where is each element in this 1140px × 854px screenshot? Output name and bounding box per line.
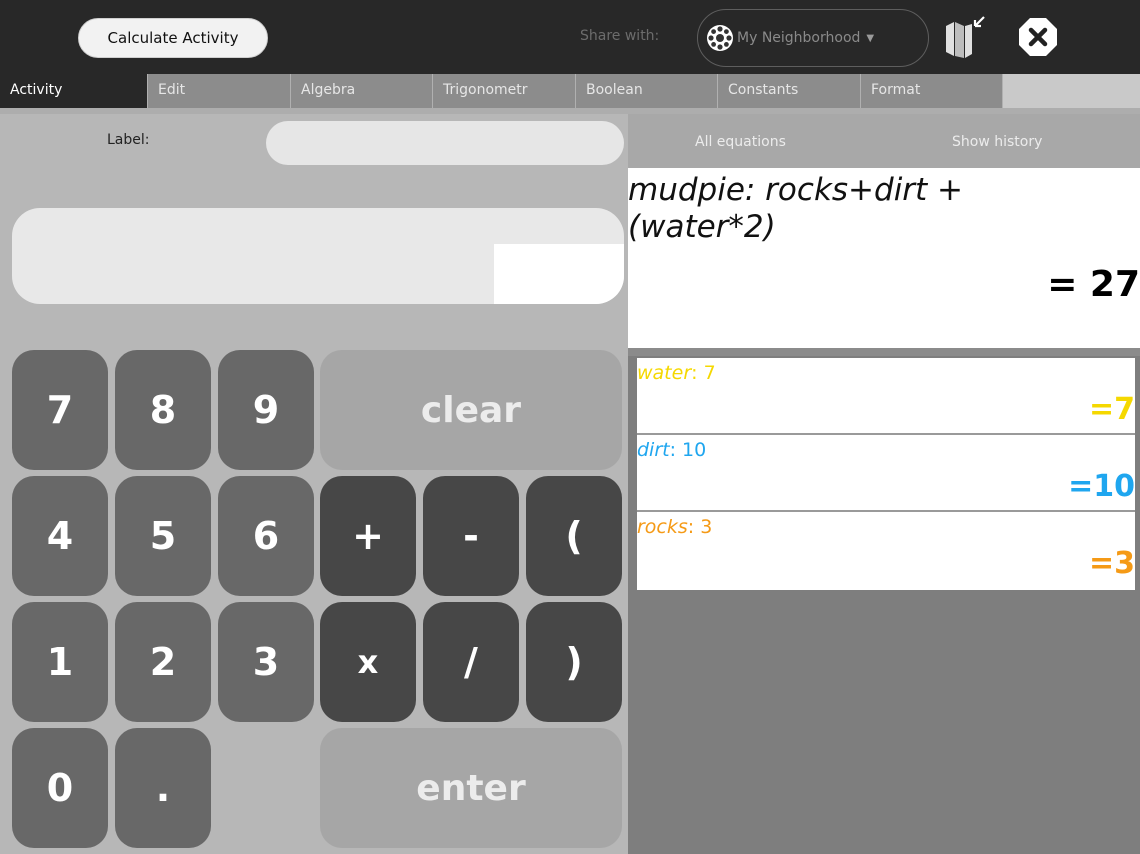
list-item[interactable]: rocks: 3 =3 bbox=[637, 512, 1135, 589]
tab-algebra[interactable]: Algebra bbox=[291, 74, 433, 108]
list-item[interactable]: dirt: 10 =10 bbox=[637, 435, 1135, 512]
key-multiply[interactable]: x bbox=[320, 602, 416, 722]
variable-expr-rest: : 10 bbox=[669, 439, 707, 461]
variable-list: water: 7 =7 dirt: 10 =10 rocks: 3 =3 bbox=[637, 358, 1135, 590]
results-header: All equations Show history bbox=[628, 114, 1140, 168]
key-4[interactable]: 4 bbox=[12, 476, 108, 596]
calculator-panel: Label: 7 8 9 clear 4 5 6 + - ( 1 2 3 x /… bbox=[0, 114, 628, 854]
tab-constants[interactable]: Constants bbox=[718, 74, 861, 108]
activity-button[interactable]: Calculate Activity bbox=[78, 18, 268, 58]
last-equation: mudpie: rocks+dirt +(water*2) bbox=[628, 172, 964, 245]
stop-icon[interactable] bbox=[1018, 17, 1058, 57]
variable-name: water bbox=[637, 362, 692, 384]
show-history-button[interactable]: Show history bbox=[952, 134, 1042, 150]
variable-expr-rest: : 3 bbox=[687, 516, 713, 538]
tab-edit[interactable]: Edit bbox=[148, 74, 291, 108]
key-8[interactable]: 8 bbox=[115, 350, 211, 470]
results-panel: All equations Show history mudpie: rocks… bbox=[628, 114, 1140, 854]
key-7[interactable]: 7 bbox=[12, 350, 108, 470]
variable-name: rocks bbox=[637, 516, 688, 538]
key-left-paren[interactable]: ( bbox=[526, 476, 622, 596]
variable-expr-rest: : 7 bbox=[691, 362, 716, 384]
list-item[interactable]: water: 7 =7 bbox=[637, 358, 1135, 435]
key-2[interactable]: 2 bbox=[115, 602, 211, 722]
equation-input[interactable] bbox=[12, 208, 624, 304]
variable-result: =7 bbox=[1088, 392, 1135, 427]
key-3[interactable]: 3 bbox=[218, 602, 314, 722]
key-9[interactable]: 9 bbox=[218, 350, 314, 470]
neighborhood-icon bbox=[707, 25, 733, 51]
enter-button[interactable]: enter bbox=[320, 728, 622, 848]
key-plus[interactable]: + bbox=[320, 476, 416, 596]
variable-expression: dirt: 10 bbox=[637, 439, 706, 461]
key-5[interactable]: 5 bbox=[115, 476, 211, 596]
tab-trigonometry[interactable]: Trigonometr bbox=[433, 74, 576, 108]
activity-toolbar: Calculate Activity Share with: My Neighb… bbox=[0, 0, 1140, 74]
key-divide[interactable]: / bbox=[423, 602, 519, 722]
share-label: Share with: bbox=[580, 28, 660, 44]
input-cursor-area bbox=[494, 244, 624, 304]
key-decimal[interactable]: . bbox=[115, 728, 211, 848]
tab-boolean[interactable]: Boolean bbox=[576, 74, 718, 108]
keep-icon[interactable] bbox=[942, 14, 988, 60]
key-1[interactable]: 1 bbox=[12, 602, 108, 722]
key-0[interactable]: 0 bbox=[12, 728, 108, 848]
key-minus[interactable]: - bbox=[423, 476, 519, 596]
share-value: My Neighborhood bbox=[737, 30, 861, 46]
last-result-card[interactable]: mudpie: rocks+dirt +(water*2) = 27 bbox=[628, 168, 1140, 348]
all-equations-button[interactable]: All equations bbox=[695, 134, 786, 150]
variable-name: dirt bbox=[637, 439, 670, 461]
label-input[interactable] bbox=[266, 121, 624, 165]
tab-activity[interactable]: Activity bbox=[0, 74, 148, 108]
tab-bar: Activity Edit Algebra Trigonometr Boolea… bbox=[0, 74, 1140, 108]
variable-result: =3 bbox=[1088, 546, 1135, 581]
key-6[interactable]: 6 bbox=[218, 476, 314, 596]
variable-expression: water: 7 bbox=[637, 362, 716, 384]
label-caption: Label: bbox=[107, 132, 150, 148]
chevron-down-icon: ▼ bbox=[866, 32, 875, 44]
variable-result: =10 bbox=[1068, 469, 1135, 504]
results-divider bbox=[628, 348, 1140, 356]
variable-expression: rocks: 3 bbox=[637, 516, 712, 538]
clear-button[interactable]: clear bbox=[320, 350, 622, 470]
tab-format[interactable]: Format bbox=[861, 74, 1003, 108]
last-result-value: = 27 bbox=[1047, 264, 1140, 305]
key-right-paren[interactable]: ) bbox=[526, 602, 622, 722]
share-select[interactable]: My Neighborhood ▼ bbox=[697, 9, 929, 67]
